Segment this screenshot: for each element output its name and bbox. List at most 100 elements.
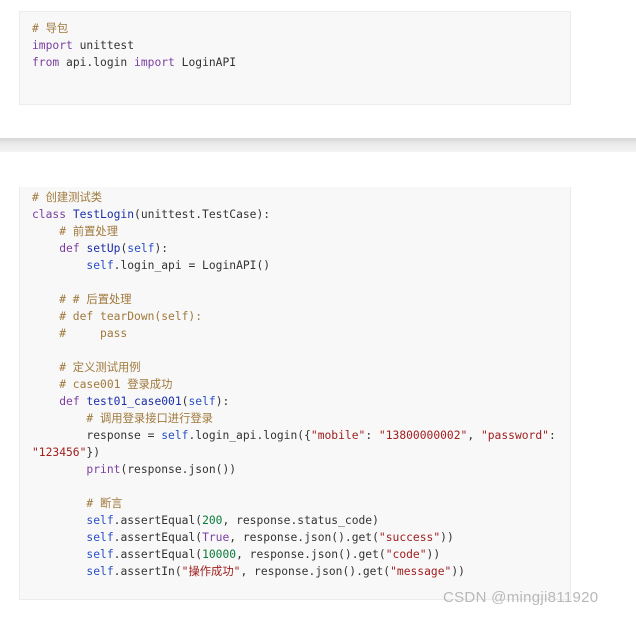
code-token: .assertEqual( — [113, 514, 203, 527]
code-token: , response.json().get( — [236, 548, 386, 561]
code-token: : — [365, 429, 379, 442]
code-token: def — [59, 242, 80, 255]
code-token: self — [86, 565, 114, 578]
code-token: , response.status_code) — [222, 514, 379, 527]
code-token: : — [548, 429, 556, 442]
code-line: self.assertEqual(200, response.status_co… — [32, 512, 570, 529]
code-token: test01_case001 — [86, 395, 182, 408]
code-token: self — [86, 548, 114, 561]
code-token: "13800000002" — [378, 429, 468, 442]
code-token: True — [202, 531, 230, 544]
code-line: # 调用登录接口进行登录 — [32, 410, 570, 427]
code-token: .login_api.login({ — [188, 429, 311, 442]
code-token: unittest — [72, 39, 135, 52]
csdn-watermark: CSDN @mingji811920 — [443, 589, 599, 606]
code-line: print(response.json()) — [32, 461, 570, 478]
code-token: class — [32, 208, 67, 221]
code-token: # pass — [32, 327, 128, 340]
code-token: # case001 登录成功 — [32, 378, 173, 391]
code-block-test-class: # 创建测试类 class TestLogin(unittest.TestCase… — [19, 187, 571, 600]
code-token: }) — [86, 446, 101, 459]
code-token: )) — [440, 531, 454, 544]
code-token: ): — [215, 395, 230, 408]
code-token: (response.json()) — [120, 463, 237, 476]
code-token: .assertEqual( — [113, 548, 203, 561]
code-token: # 导包 — [32, 22, 69, 35]
code-token: "message" — [390, 565, 452, 578]
code-token: "success" — [378, 531, 441, 544]
code-line: from api.login import LoginAPI — [32, 54, 570, 71]
code-line: self.assertIn("操作成功", response.json().ge… — [32, 563, 570, 580]
code-token: # 调用登录接口进行登录 — [32, 412, 213, 425]
code-token: # # 后置处理 — [32, 293, 132, 306]
code-line: self.assertEqual(True, response.json().g… — [32, 529, 570, 546]
code-line: def setUp(self): — [32, 240, 570, 257]
code-token: setUp — [86, 242, 121, 255]
code-token: "123456" — [32, 446, 87, 459]
code-token: # 创建测试类 — [32, 191, 103, 204]
code-token: (unittest.TestCase): — [134, 208, 271, 221]
code-token: .assertEqual( — [113, 531, 203, 544]
code-line: # 导包 — [32, 20, 570, 37]
code-token: TestLogin — [72, 208, 135, 221]
code-line: # pass — [32, 325, 570, 342]
code-line: class TestLogin(unittest.TestCase): — [32, 206, 570, 223]
code-token: api.login — [59, 56, 135, 69]
code-block-imports: # 导包 import unittest from api.login import… — [19, 11, 571, 105]
code-token: def — [59, 395, 80, 408]
code-line: def test01_case001(self): — [32, 393, 570, 410]
code-token: # def tearDown(self): — [32, 310, 203, 323]
code-token: from — [32, 56, 60, 69]
code-token: )) — [426, 548, 441, 561]
code-line: # # 后置处理 — [32, 291, 570, 308]
code-line: # 前置处理 — [32, 223, 570, 240]
code-token: ): — [154, 242, 169, 255]
code-token: self — [188, 395, 216, 408]
code-line: # def tearDown(self): — [32, 308, 570, 325]
code-token: "操作成功" — [181, 565, 241, 578]
code-token: 10000 — [202, 548, 237, 561]
code-token: print — [86, 463, 121, 476]
code-token: self — [86, 514, 114, 527]
code-token: import — [32, 39, 73, 52]
code-token: # 前置处理 — [32, 225, 118, 238]
code-line: response = self.login_api.login({"mobile… — [32, 427, 570, 444]
code-token: , response.json().get( — [229, 531, 379, 544]
code-line: # 创建测试类 — [32, 189, 570, 206]
code-line: self.assertEqual(10000, response.json().… — [32, 546, 570, 563]
code-line: self.login_api = LoginAPI() — [32, 257, 570, 274]
code-token: self — [86, 259, 114, 272]
code-line: # 定义测试用例 — [32, 359, 570, 376]
code-token: response = — [32, 429, 162, 442]
code-token: "code" — [385, 548, 427, 561]
code-token: self — [127, 242, 155, 255]
code-line: # case001 登录成功 — [32, 376, 570, 393]
code-token: self — [161, 429, 189, 442]
code-token: , response.json().get( — [240, 565, 391, 578]
section-divider — [0, 138, 636, 152]
code-token: self — [86, 531, 114, 544]
code-line: "123456"}) — [32, 444, 570, 461]
code-token: 200 — [202, 514, 223, 527]
code-token: )) — [451, 565, 465, 578]
code-token: "password" — [480, 429, 549, 442]
code-line: import unittest — [32, 37, 570, 54]
code-token: "mobile" — [310, 429, 366, 442]
code-token: .assertIn( — [113, 565, 182, 578]
code-token: , — [467, 429, 481, 442]
code-token: .login_api = LoginAPI() — [113, 259, 271, 272]
code-token: import — [134, 56, 175, 69]
code-token: LoginAPI — [174, 56, 237, 69]
code-line: # 断言 — [32, 495, 570, 512]
